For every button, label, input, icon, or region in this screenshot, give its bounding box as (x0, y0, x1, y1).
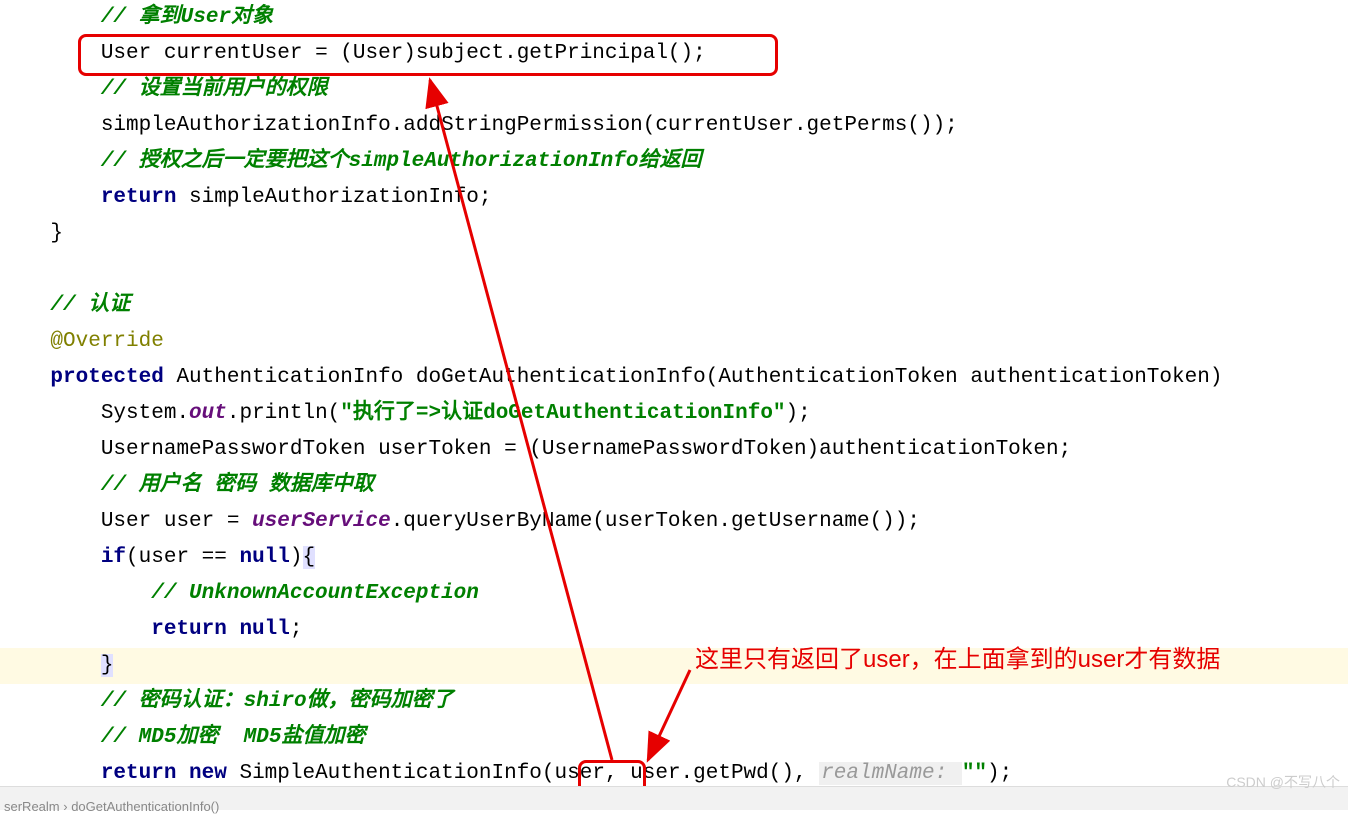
code-line: User user = userService.queryUserByName(… (0, 504, 1348, 540)
code-line: System.out.println("执行了=>认证doGetAuthenti… (0, 396, 1348, 432)
code-line: // 授权之后一定要把这个simpleAuthorizationInfo给返回 (0, 144, 1348, 180)
code-line: simpleAuthorizationInfo.addStringPermiss… (0, 108, 1348, 144)
code-line: return simpleAuthorizationInfo; (0, 180, 1348, 216)
annotation-text: 这里只有返回了user，在上面拿到的user才有数据 (695, 643, 1335, 677)
comment: // 设置当前用户的权限 (101, 78, 328, 101)
watermark: CSDN @不写八个 (1226, 764, 1340, 800)
breadcrumb[interactable]: serRealm › doGetAuthenticationInfo() (0, 786, 1348, 810)
code-line: if(user == null){ (0, 540, 1348, 576)
code-line: protected AuthenticationInfo doGetAuthen… (0, 360, 1348, 396)
comment: // 授权之后一定要把这个simpleAuthorizationInfo给返回 (101, 150, 702, 173)
breadcrumb-item[interactable]: doGetAuthenticationInfo() (71, 799, 219, 814)
code-line: // 设置当前用户的权限 (0, 72, 1348, 108)
comment: // 拿到User对象 (101, 6, 273, 29)
code-line: // MD5加密 MD5盐值加密 (0, 720, 1348, 756)
code-line: // 拿到User对象 (0, 0, 1348, 36)
code-line: UsernamePasswordToken userToken = (Usern… (0, 432, 1348, 468)
breadcrumb-item[interactable]: serRealm (4, 799, 60, 814)
code-line: @Override (0, 324, 1348, 360)
comment: // UnknownAccountException (151, 582, 479, 605)
code-line (0, 252, 1348, 288)
code-line: // 密码认证：shiro做，密码加密了 (0, 684, 1348, 720)
comment: // 用户名 密码 数据库中取 (101, 474, 374, 497)
comment: // 认证 (50, 294, 130, 317)
code-line: } (0, 216, 1348, 252)
comment: // MD5加密 MD5盐值加密 (101, 726, 366, 749)
comment: // 密码认证：shiro做，密码加密了 (101, 690, 454, 713)
code-line: // 用户名 密码 数据库中取 (0, 468, 1348, 504)
annotation-box-top (78, 34, 778, 76)
code-line: // 认证 (0, 288, 1348, 324)
annotation-override: @Override (50, 330, 163, 353)
code-line: // UnknownAccountException (0, 576, 1348, 612)
